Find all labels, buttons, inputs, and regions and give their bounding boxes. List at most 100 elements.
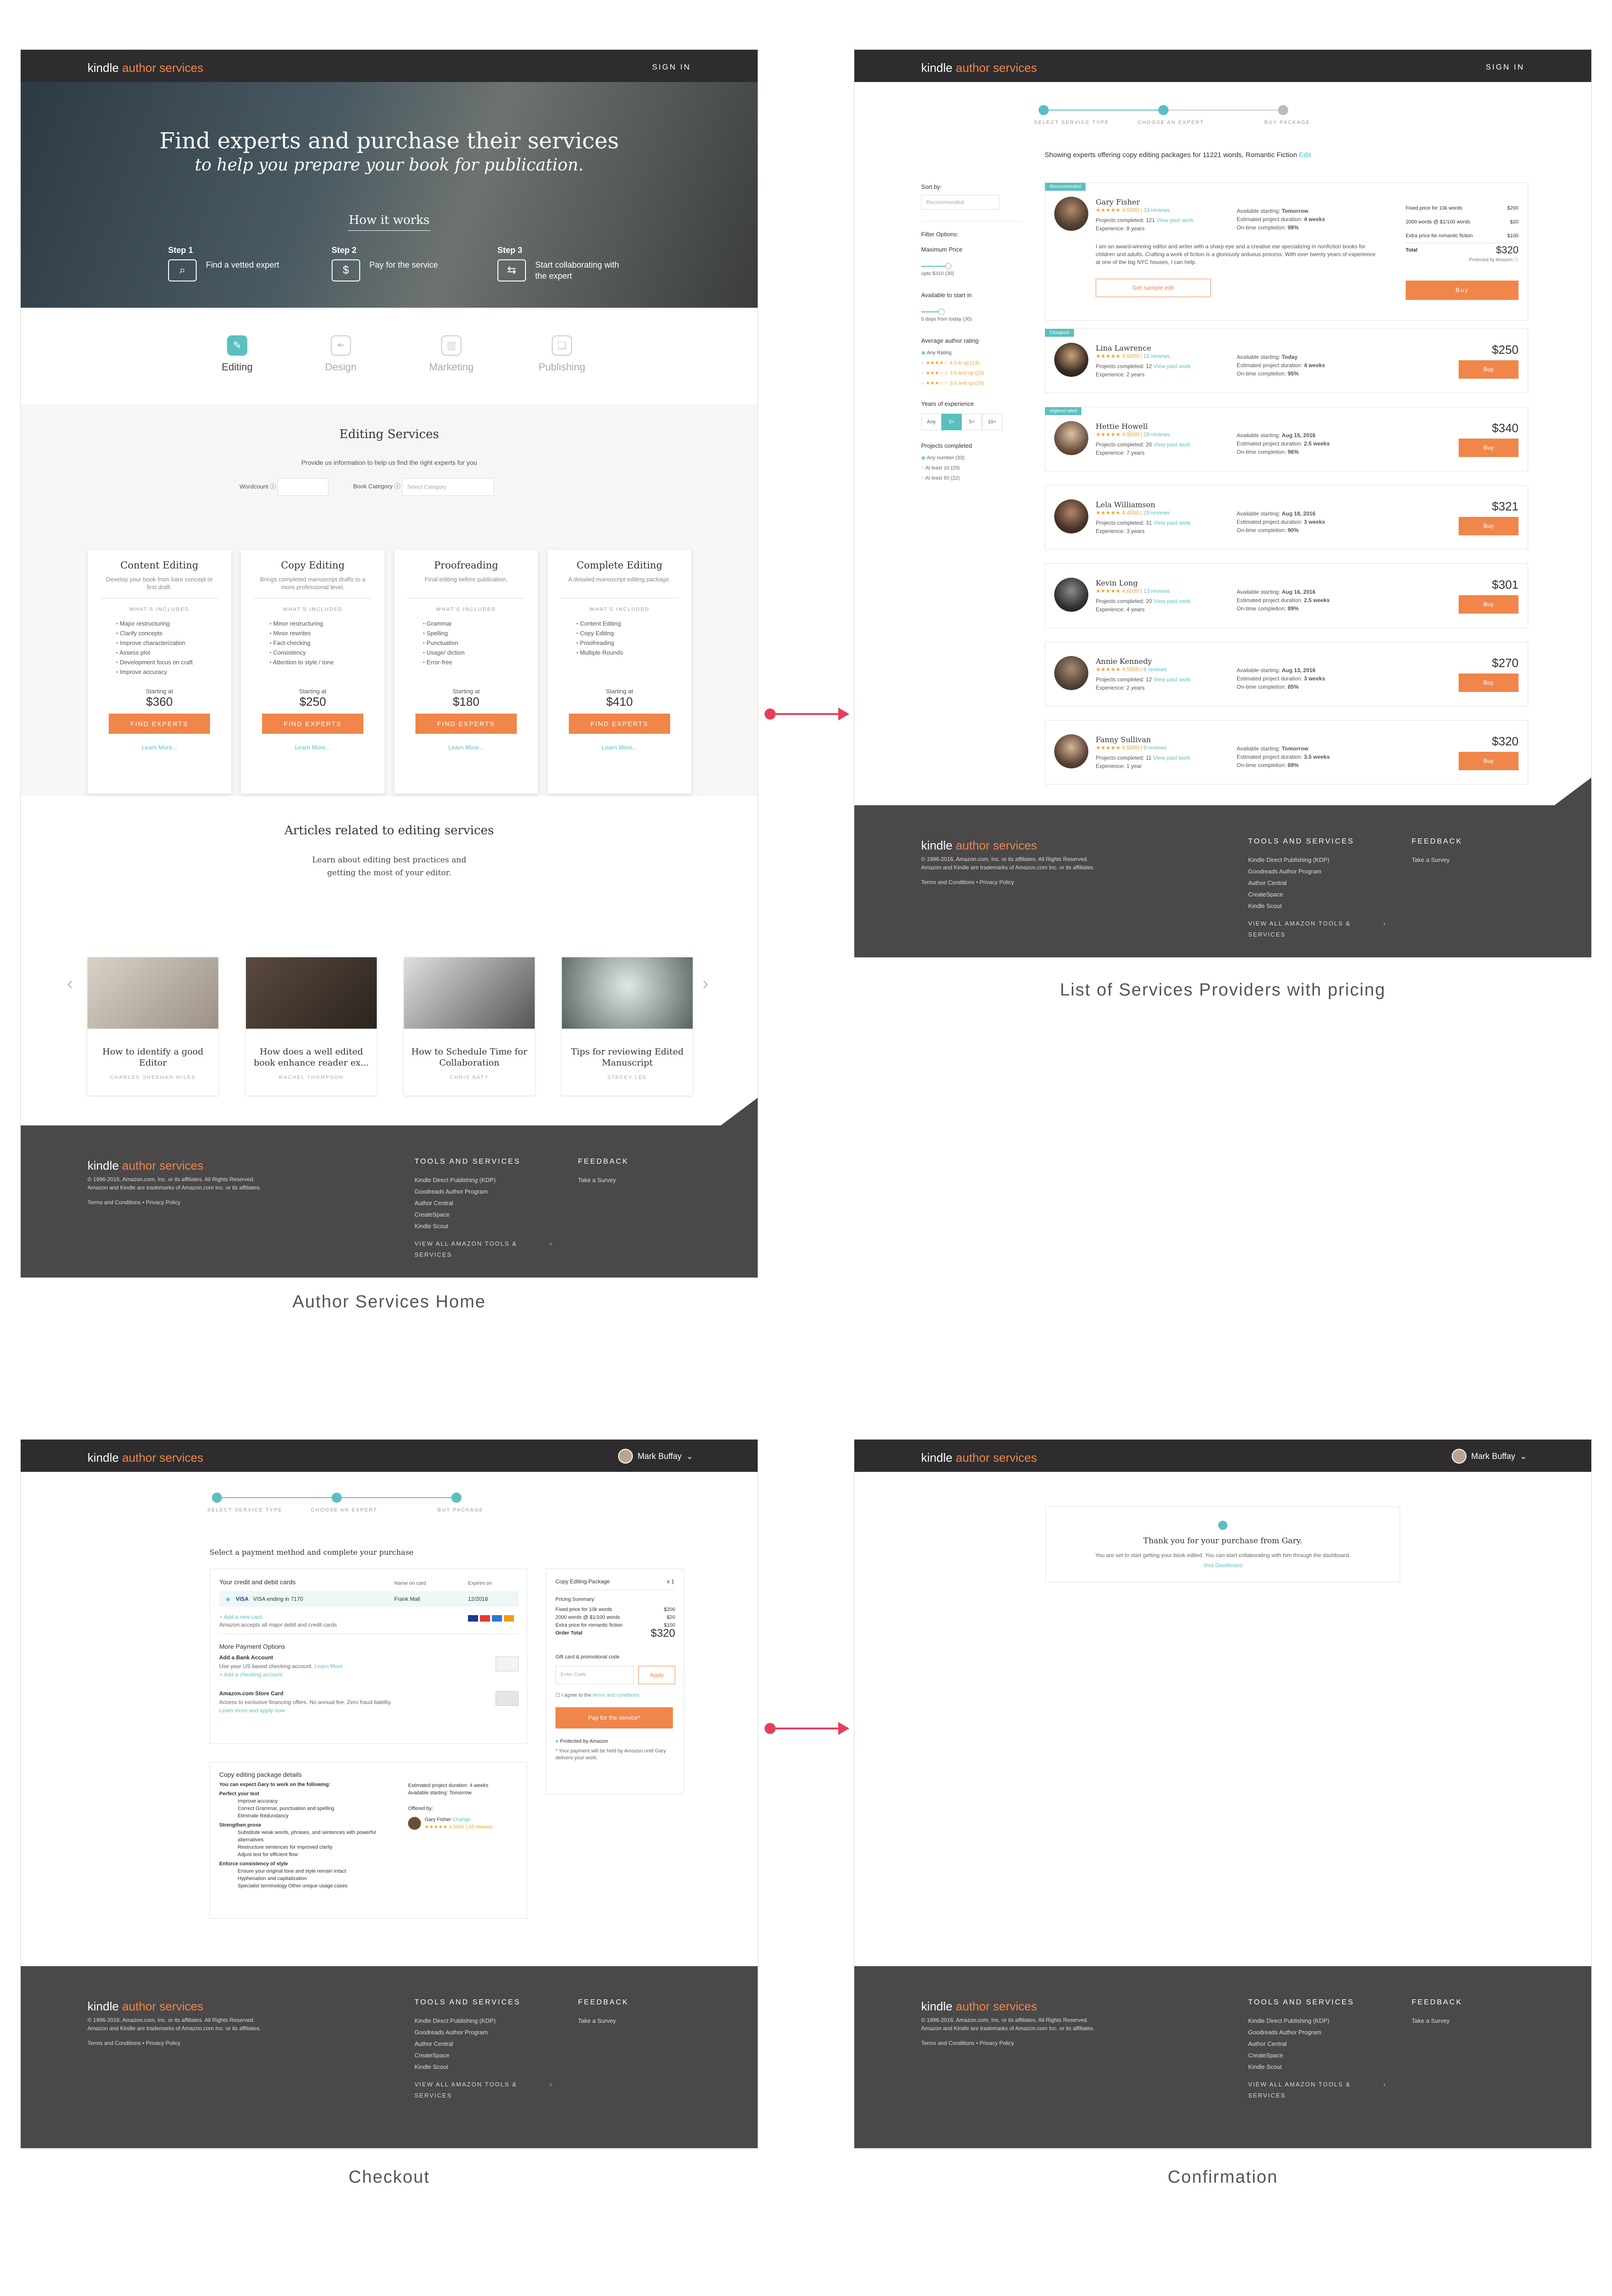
pay-button[interactable]: Pay for the service*: [555, 1707, 673, 1728]
article-card[interactable]: How to identify a good Editor CHARLES SHE…: [88, 957, 218, 1095]
search-icon: ⌕: [168, 259, 197, 281]
avatar: [1054, 656, 1088, 690]
buy-button[interactable]: Buy: [1459, 674, 1519, 692]
promo-code-input[interactable]: Enter Code: [555, 1666, 634, 1684]
learn-more-link[interactable]: Learn More...: [394, 744, 538, 751]
apply-code-button[interactable]: Apply: [638, 1666, 675, 1684]
years-10[interactable]: 10+: [982, 414, 1002, 430]
view-past-work-link[interactable]: View past work: [1153, 598, 1190, 604]
provider-name[interactable]: Annie Kennedy: [1096, 657, 1152, 666]
footer-logo[interactable]: kindle author services: [921, 1999, 1037, 2014]
sign-in-link[interactable]: SIGN IN: [652, 63, 691, 72]
view-all-link[interactable]: VIEW ALL AMAZON TOOLS & SERVICES ›: [415, 1238, 553, 1260]
rating-option[interactable]: ◉ Any Rating: [921, 348, 1022, 358]
logo[interactable]: kindle author services: [921, 1451, 1037, 1465]
view-past-work-link[interactable]: View past work: [1153, 441, 1190, 448]
store-card-icon: [496, 1691, 519, 1706]
article-card[interactable]: Tips for reviewing Edited Manuscript STAC…: [562, 957, 693, 1095]
provider-bio: I am an award-winning editor and writer …: [1096, 243, 1376, 265]
projects-option[interactable]: ◉ Any number (33): [921, 453, 1022, 463]
logo[interactable]: kindle author services: [921, 61, 1037, 75]
footer-logo[interactable]: kindle author services: [88, 1159, 203, 1173]
carousel-next-icon[interactable]: ›: [702, 973, 708, 994]
change-provider-link[interactable]: Change: [453, 1817, 471, 1822]
learn-more-link[interactable]: Learn More...: [241, 744, 385, 751]
footer: kindle author services © 1996-2016, Amaz…: [21, 1966, 758, 2148]
find-experts-button[interactable]: FIND EXPERTS: [262, 714, 363, 734]
top-nav: kindle author services Mark Buffay ⌄: [854, 1440, 1591, 1472]
carousel-prev-icon[interactable]: ‹: [67, 973, 73, 994]
price-slider[interactable]: [921, 263, 952, 269]
availability-slider[interactable]: [921, 309, 945, 315]
user-menu[interactable]: Mark Buffay ⌄: [1452, 1449, 1527, 1464]
view-all-link[interactable]: VIEW ALL AMAZON TOOLS & SERVICES ›: [1248, 2079, 1386, 2101]
edit-link[interactable]: Edit: [1299, 151, 1311, 159]
learn-more-link[interactable]: Learn More...: [548, 744, 691, 751]
dashboard-link[interactable]: Visit Dashboard: [1046, 1561, 1400, 1570]
find-experts-button[interactable]: FIND EXPERTS: [569, 714, 670, 734]
article-card[interactable]: How does a well edited book enhance read…: [246, 957, 377, 1095]
buy-button[interactable]: Buy: [1459, 360, 1519, 379]
terms-link[interactable]: Terms and Conditions • Privacy Policy: [88, 2040, 181, 2046]
footer-logo[interactable]: kindle author services: [921, 838, 1037, 853]
saved-card-row[interactable]: ◉ VISA VISA ending in 7170 Frank Mall 12…: [219, 1591, 519, 1607]
tab-design[interactable]: ✒ Design: [304, 335, 378, 373]
user-menu[interactable]: Mark Buffay ⌄: [618, 1449, 693, 1464]
tab-publishing[interactable]: ❏ Publishing: [525, 335, 599, 373]
view-past-work-link[interactable]: View past work: [1153, 755, 1190, 761]
apply-now-link[interactable]: Learn more and apply now: [219, 1706, 285, 1715]
wordcount-input[interactable]: [277, 478, 328, 496]
provider-name[interactable]: Gary Fisher: [1096, 198, 1140, 206]
rating-option[interactable]: ○ ★★★☆☆ 3.0 and up (25): [921, 378, 1022, 388]
years-any[interactable]: Any: [921, 414, 941, 430]
survey-link[interactable]: Take a Survey: [578, 2015, 629, 2027]
category-select[interactable]: Select Category: [402, 478, 494, 496]
rating-option[interactable]: ○ ★★★★☆ 4.0 & up (13): [921, 358, 1022, 368]
footer-logo[interactable]: kindle author services: [88, 1999, 203, 2014]
survey-link[interactable]: Take a Survey: [578, 1174, 629, 1186]
buy-button[interactable]: Buy: [1459, 439, 1519, 457]
learn-more-link[interactable]: Learn More...: [88, 744, 231, 751]
progress-steps: SELECT SERVICE TYPE CHOOSE AN EXPERT BUY P…: [207, 1493, 483, 1520]
provider-name[interactable]: Lela Williamson: [1096, 500, 1155, 509]
agree-checkbox[interactable]: ☐ I agree to the terms and conditions: [555, 1691, 639, 1699]
view-all-link[interactable]: VIEW ALL AMAZON TOOLS & SERVICES ›: [415, 2079, 553, 2101]
rating-option[interactable]: ○ ★★★☆☆ 3.5 and up (23): [921, 368, 1022, 378]
view-past-work-link[interactable]: View past work: [1156, 217, 1193, 223]
provider-name[interactable]: Lina Lawrence: [1096, 344, 1151, 352]
years-5[interactable]: 5+: [962, 414, 982, 430]
view-past-work-link[interactable]: View past work: [1153, 676, 1190, 683]
logo[interactable]: kindle author services: [88, 1451, 203, 1465]
tab-editing[interactable]: ✎ Editing: [200, 335, 274, 373]
tab-marketing[interactable]: ▥ Marketing: [415, 335, 488, 373]
survey-link[interactable]: Take a Survey: [1412, 2015, 1462, 2027]
add-checking-link[interactable]: + Add a checking account: [219, 1670, 282, 1679]
terms-link[interactable]: Terms and Conditions • Privacy Policy: [921, 879, 1014, 885]
buy-button[interactable]: Buy: [1459, 595, 1519, 614]
projects-option[interactable]: ○ At least 10 (29): [921, 463, 1022, 473]
buy-button[interactable]: Buy: [1459, 517, 1519, 535]
terms-link[interactable]: Terms and Conditions • Privacy Policy: [921, 2040, 1014, 2046]
logo[interactable]: kindle author services: [88, 61, 203, 75]
find-experts-button[interactable]: FIND EXPERTS: [109, 714, 210, 734]
projects-option[interactable]: ○ At least 50 (22): [921, 473, 1022, 483]
buy-button[interactable]: Buy: [1406, 281, 1519, 300]
years-3[interactable]: 3+: [941, 414, 962, 430]
terms-link[interactable]: Terms and Conditions • Privacy Policy: [88, 1199, 181, 1206]
survey-link[interactable]: Take a Survey: [1412, 854, 1462, 866]
view-all-link[interactable]: VIEW ALL AMAZON TOOLS & SERVICES ›: [1248, 918, 1386, 940]
sample-edit-button[interactable]: Get sample edit: [1096, 279, 1211, 297]
provider-name[interactable]: Hettie Howell: [1096, 422, 1148, 431]
provider-name[interactable]: Fanny Sullivan: [1096, 735, 1151, 744]
provider-name[interactable]: Kevin Long: [1096, 579, 1138, 587]
learn-more-link[interactable]: Learn More: [315, 1663, 343, 1669]
sort-select[interactable]: Recommended: [921, 195, 999, 210]
view-past-work-link[interactable]: View past work: [1153, 363, 1190, 369]
view-past-work-link[interactable]: View past work: [1153, 520, 1190, 526]
buy-button[interactable]: Buy: [1459, 752, 1519, 770]
sign-in-link[interactable]: SIGN IN: [1486, 63, 1524, 72]
article-card[interactable]: How to Schedule Time for Collaboration CH…: [404, 957, 535, 1095]
terms-link[interactable]: terms and conditions: [593, 1693, 640, 1698]
find-experts-button[interactable]: FIND EXPERTS: [415, 714, 517, 734]
add-card-link[interactable]: + Add a new card: [219, 1613, 262, 1621]
